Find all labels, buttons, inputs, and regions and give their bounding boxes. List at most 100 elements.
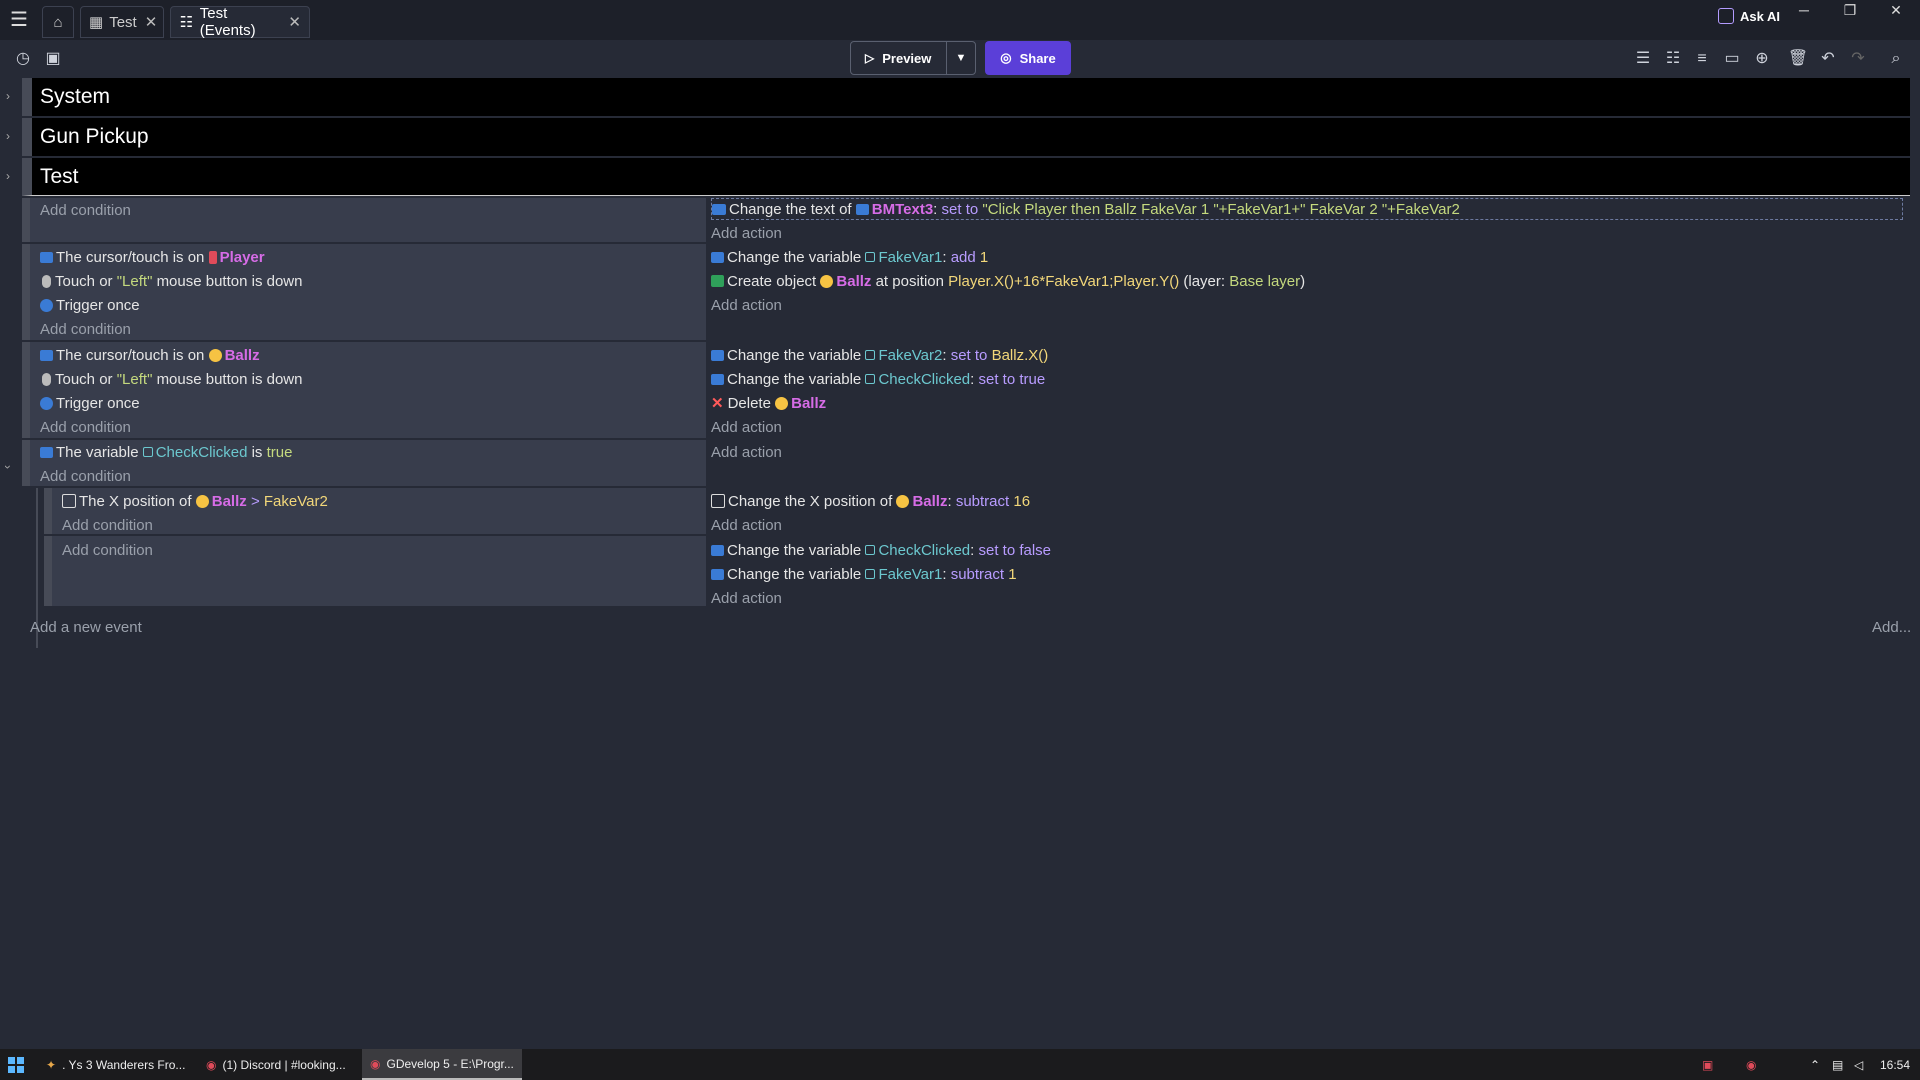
condition-text: Touch or	[55, 272, 113, 290]
home-tab[interactable]: ⌂	[42, 6, 74, 38]
add-condition[interactable]: Add condition	[40, 318, 131, 340]
action-change-variable[interactable]: Change the variable FakeVar2: set to Bal…	[711, 344, 1048, 366]
string-value: "Left"	[116, 370, 153, 388]
ballz-icon	[896, 494, 910, 508]
add-action[interactable]: Add action	[711, 222, 782, 244]
var-icon	[865, 350, 876, 360]
action-change-variable[interactable]: Change the variable FakeVar1: subtract 1	[711, 563, 1017, 585]
chevron-down-icon[interactable]: ›	[1, 465, 15, 469]
group-system[interactable]: System	[22, 78, 1910, 116]
action-create-object[interactable]: Create object Ballz at position Player.X…	[711, 270, 1305, 292]
condition-mouse-down[interactable]: Touch or "Left" mouse button is down	[40, 368, 302, 390]
action-change-text[interactable]: Change the text of BMText3: set to "Clic…	[711, 198, 1903, 220]
condition-variable[interactable]: The variable CheckClicked is true	[40, 441, 292, 463]
add-action[interactable]: Add action	[711, 294, 782, 316]
add-condition[interactable]: Add condition	[62, 539, 153, 561]
operator: >	[250, 492, 260, 510]
chevron-down-icon[interactable]: ▼	[947, 52, 975, 64]
chevron-right-icon[interactable]: ›	[6, 89, 10, 103]
condition-trigger-once[interactable]: Trigger once	[40, 294, 140, 316]
add-icon[interactable]: ⊕	[1751, 48, 1773, 70]
var-icon	[865, 374, 876, 384]
clock[interactable]: 16:54	[1880, 1049, 1910, 1080]
windows-start-icon[interactable]	[8, 1057, 24, 1073]
redo-icon[interactable]: ↷	[1847, 48, 1869, 70]
action-delete[interactable]: ✕ Delete Ballz	[711, 392, 826, 414]
add-group-icon[interactable]: ≡	[1691, 48, 1713, 70]
action-change-variable[interactable]: Change the variable FakeVar1: add 1	[711, 246, 988, 268]
network-icon[interactable]: ▤	[1832, 1049, 1843, 1080]
taskbar-item-gdevelop[interactable]: ◉ GDevelop 5 - E:\Progr...	[362, 1049, 522, 1080]
action-text: at position	[875, 272, 944, 290]
add-action[interactable]: Add action	[711, 514, 782, 536]
tab-test[interactable]: ▦ Test ✕	[80, 6, 164, 38]
action-change-variable[interactable]: Change the variable CheckClicked: set to…	[711, 539, 1051, 561]
close-icon[interactable]: ✕	[288, 13, 301, 31]
close-icon[interactable]: ✕	[145, 13, 158, 31]
game-icon: ✦	[46, 1057, 57, 1072]
add-more-button[interactable]: Add...	[1872, 616, 1911, 638]
action-text: Change the variable	[727, 565, 862, 583]
add-action[interactable]: Add action	[711, 587, 782, 609]
group-test[interactable]: Test	[22, 158, 1910, 196]
chevron-up-icon[interactable]: ⌃	[1810, 1049, 1820, 1080]
condition-text: mouse button is down	[156, 370, 303, 388]
taskbar-label: (1) Discord | #looking...	[222, 1057, 346, 1072]
condition-cursor-on[interactable]: The cursor/touch is on Player	[40, 246, 265, 268]
tray-app-icon[interactable]: ◉	[1746, 1049, 1756, 1080]
save-icon[interactable]: ▣	[42, 48, 64, 70]
action-text: Delete	[727, 394, 771, 412]
add-action[interactable]: Add action	[711, 441, 782, 463]
group-gun-pickup[interactable]: Gun Pickup	[22, 118, 1910, 156]
search-icon[interactable]: ⌕	[1885, 48, 1907, 70]
condition-cursor-on[interactable]: The cursor/touch is on Ballz	[40, 344, 260, 366]
comment-icon[interactable]: ▭	[1721, 48, 1743, 70]
object-name: Ballz	[836, 272, 872, 290]
add-condition[interactable]: Add condition	[40, 416, 131, 438]
minimize-button[interactable]: ─	[1784, 2, 1824, 24]
condition-x-position[interactable]: The X position of Ballz > FakeVar2	[62, 490, 328, 512]
object-name: Ballz	[912, 492, 948, 510]
taskbar-item-ys3[interactable]: ✦ . Ys 3 Wanderers Fro...	[38, 1049, 194, 1080]
condition-text: mouse button is down	[156, 272, 303, 290]
expression: FakeVar2	[263, 492, 328, 510]
mouse-icon	[42, 372, 51, 386]
condition-trigger-once[interactable]: Trigger once	[40, 392, 140, 414]
layer-name: Base layer	[1229, 272, 1301, 290]
var-icon	[142, 447, 153, 457]
history-icon[interactable]: ◷	[12, 48, 34, 70]
restore-button[interactable]: ❐	[1830, 2, 1870, 24]
delete-icon[interactable]: 🗑	[1787, 48, 1809, 70]
chevron-right-icon[interactable]: ›	[6, 169, 10, 183]
preview-button[interactable]: ▷ Preview ▼	[850, 41, 976, 75]
taskbar-item-discord[interactable]: ◉ (1) Discord | #looking...	[198, 1049, 358, 1080]
object-icon	[855, 203, 869, 215]
menu-icon[interactable]: ☰	[10, 10, 34, 30]
add-condition[interactable]: Add condition	[40, 465, 131, 487]
ask-ai-button[interactable]: Ask AI	[1718, 8, 1780, 24]
add-condition[interactable]: Add condition	[62, 514, 153, 536]
share-button[interactable]: ◎ Share	[985, 41, 1071, 75]
object-name: Player	[219, 248, 265, 266]
ballz-icon	[195, 494, 209, 508]
action-text: Change the variable	[727, 346, 862, 364]
action-change-x[interactable]: Change the X position of Ballz: subtract…	[711, 490, 1030, 512]
condition-mouse-down[interactable]: Touch or "Left" mouse button is down	[40, 270, 302, 292]
ballz-icon	[820, 274, 834, 288]
tab-test-events[interactable]: ☷ Test (Events) ✕	[170, 5, 310, 39]
globe-icon: ◎	[1000, 50, 1012, 65]
add-event-icon[interactable]: ☰	[1632, 48, 1654, 70]
condition-text: The cursor/touch is on	[56, 248, 205, 266]
action-change-variable[interactable]: Change the variable CheckClicked: set to…	[711, 368, 1045, 390]
undo-icon[interactable]: ↶	[1817, 48, 1839, 70]
add-new-event[interactable]: Add a new event	[30, 616, 142, 638]
add-action[interactable]: Add action	[711, 416, 782, 438]
chevron-right-icon[interactable]: ›	[6, 129, 10, 143]
variable-icon	[40, 446, 53, 458]
add-subevent-icon[interactable]: ☷	[1662, 48, 1684, 70]
tray-app-icon[interactable]: ▣	[1702, 1049, 1713, 1080]
volume-icon[interactable]: ◁	[1854, 1049, 1863, 1080]
close-window-button[interactable]: ✕	[1876, 2, 1916, 24]
variable-icon	[711, 373, 724, 385]
add-condition[interactable]: Add condition	[40, 199, 131, 221]
